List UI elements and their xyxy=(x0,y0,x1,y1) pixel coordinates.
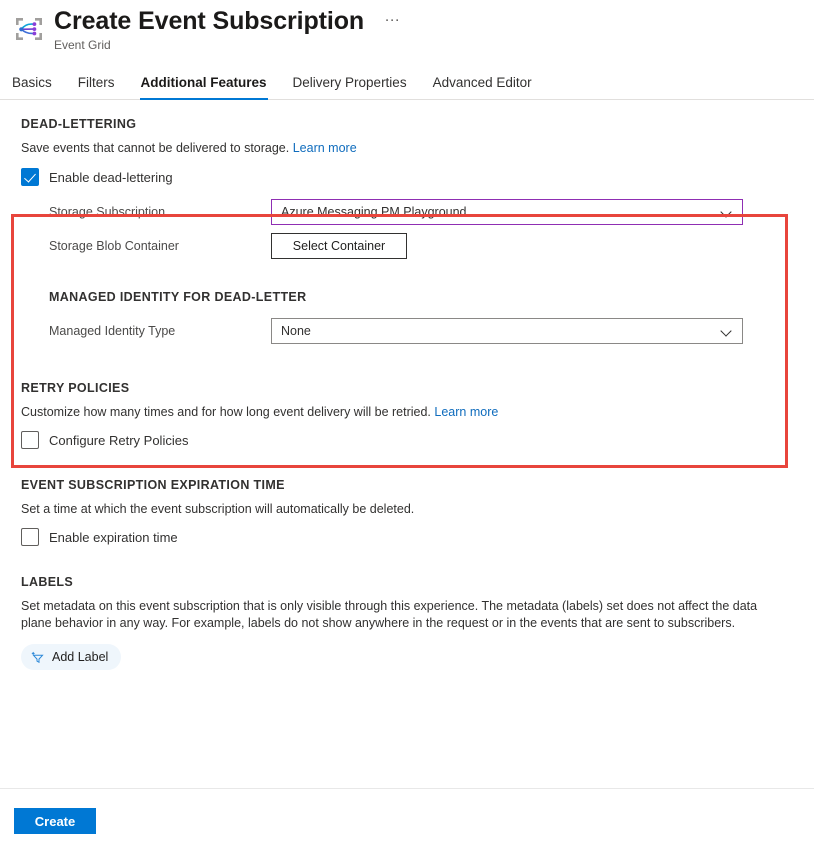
enable-dead-lettering-row[interactable]: Enable dead-lettering xyxy=(21,168,814,186)
storage-subscription-control: Azure Messaging PM Playground xyxy=(271,199,743,225)
storage-subscription-row: Storage Subscription Azure Messaging PM … xyxy=(21,199,814,225)
add-filter-icon xyxy=(31,650,45,664)
storage-blob-container-row: Storage Blob Container Select Container xyxy=(21,233,814,259)
tab-advanced-editor[interactable]: Advanced Editor xyxy=(433,75,532,99)
managed-identity-type-row: Managed Identity Type None xyxy=(21,318,814,344)
dead-lettering-title: DEAD-LETTERING xyxy=(21,117,137,131)
tab-filters[interactable]: Filters xyxy=(78,75,115,99)
chevron-down-icon xyxy=(721,326,732,337)
configure-retry-policies-row[interactable]: Configure Retry Policies xyxy=(21,431,814,449)
page-title: Create Event Subscription xyxy=(54,7,365,35)
page-subtitle: Event Grid xyxy=(54,38,111,52)
dead-lettering-section: DEAD-LETTERING Save events that cannot b… xyxy=(0,100,814,344)
enable-expiration-time-label[interactable]: Enable expiration time xyxy=(49,529,178,546)
storage-blob-container-control: Select Container xyxy=(271,233,407,259)
chevron-down-icon xyxy=(721,207,732,218)
tab-bar: Basics Filters Additional Features Deliv… xyxy=(0,66,814,100)
create-button[interactable]: Create xyxy=(14,808,96,834)
dead-lettering-description-text: Save events that cannot be delivered to … xyxy=(21,141,290,155)
retry-policies-description-text: Customize how many times and for how lon… xyxy=(21,405,431,419)
storage-blob-container-label: Storage Blob Container xyxy=(49,239,179,253)
managed-identity-title: MANAGED IDENTITY FOR DEAD-LETTER xyxy=(49,290,307,304)
event-grid-icon xyxy=(12,12,46,46)
retry-policies-description: Customize how many times and for how lon… xyxy=(21,404,814,421)
retry-policies-section: RETRY POLICIES Customize how many times … xyxy=(0,380,814,449)
tab-content: DEAD-LETTERING Save events that cannot b… xyxy=(0,100,814,670)
create-event-subscription-blade: Create Event Subscription … Event Grid B… xyxy=(0,0,814,846)
storage-subscription-value: Azure Messaging PM Playground xyxy=(281,205,467,219)
tab-delivery-properties[interactable]: Delivery Properties xyxy=(293,75,407,99)
tab-basics[interactable]: Basics xyxy=(12,75,52,99)
retry-policies-title: RETRY POLICIES xyxy=(21,381,130,395)
more-options-button[interactable]: … xyxy=(380,8,405,26)
select-container-button[interactable]: Select Container xyxy=(271,233,407,259)
enable-dead-lettering-label[interactable]: Enable dead-lettering xyxy=(49,169,173,186)
retry-policies-learn-more-link[interactable]: Learn more xyxy=(434,405,498,419)
add-label-button-text: Add Label xyxy=(52,650,109,664)
managed-identity-type-dropdown[interactable]: None xyxy=(271,318,743,344)
configure-retry-policies-label[interactable]: Configure Retry Policies xyxy=(49,432,188,449)
labels-section: LABELS Set metadata on this event subscr… xyxy=(0,574,814,670)
storage-subscription-dropdown[interactable]: Azure Messaging PM Playground xyxy=(271,199,743,225)
labels-title: LABELS xyxy=(21,575,74,589)
managed-identity-type-label: Managed Identity Type xyxy=(49,324,176,338)
storage-subscription-label: Storage Subscription xyxy=(49,205,166,219)
dead-lettering-description: Save events that cannot be delivered to … xyxy=(21,140,814,157)
expiration-description: Set a time at which the event subscripti… xyxy=(21,502,415,516)
add-label-button[interactable]: Add Label xyxy=(21,644,122,670)
managed-identity-type-value: None xyxy=(281,324,311,338)
enable-dead-lettering-checkbox[interactable] xyxy=(21,168,39,186)
enable-expiration-time-checkbox[interactable] xyxy=(21,528,39,546)
labels-description: Set metadata on this event subscription … xyxy=(21,599,758,630)
expiration-title: EVENT SUBSCRIPTION EXPIRATION TIME xyxy=(21,478,285,492)
configure-retry-policies-checkbox[interactable] xyxy=(21,431,39,449)
tab-additional-features[interactable]: Additional Features xyxy=(139,75,268,100)
expiration-section: EVENT SUBSCRIPTION EXPIRATION TIME Set a… xyxy=(0,477,814,546)
managed-identity-type-control: None xyxy=(271,318,743,344)
enable-expiration-time-row[interactable]: Enable expiration time xyxy=(21,528,814,546)
dead-lettering-learn-more-link[interactable]: Learn more xyxy=(293,141,357,155)
footer-separator xyxy=(0,788,814,789)
blade-header: Create Event Subscription … Event Grid xyxy=(0,0,814,53)
